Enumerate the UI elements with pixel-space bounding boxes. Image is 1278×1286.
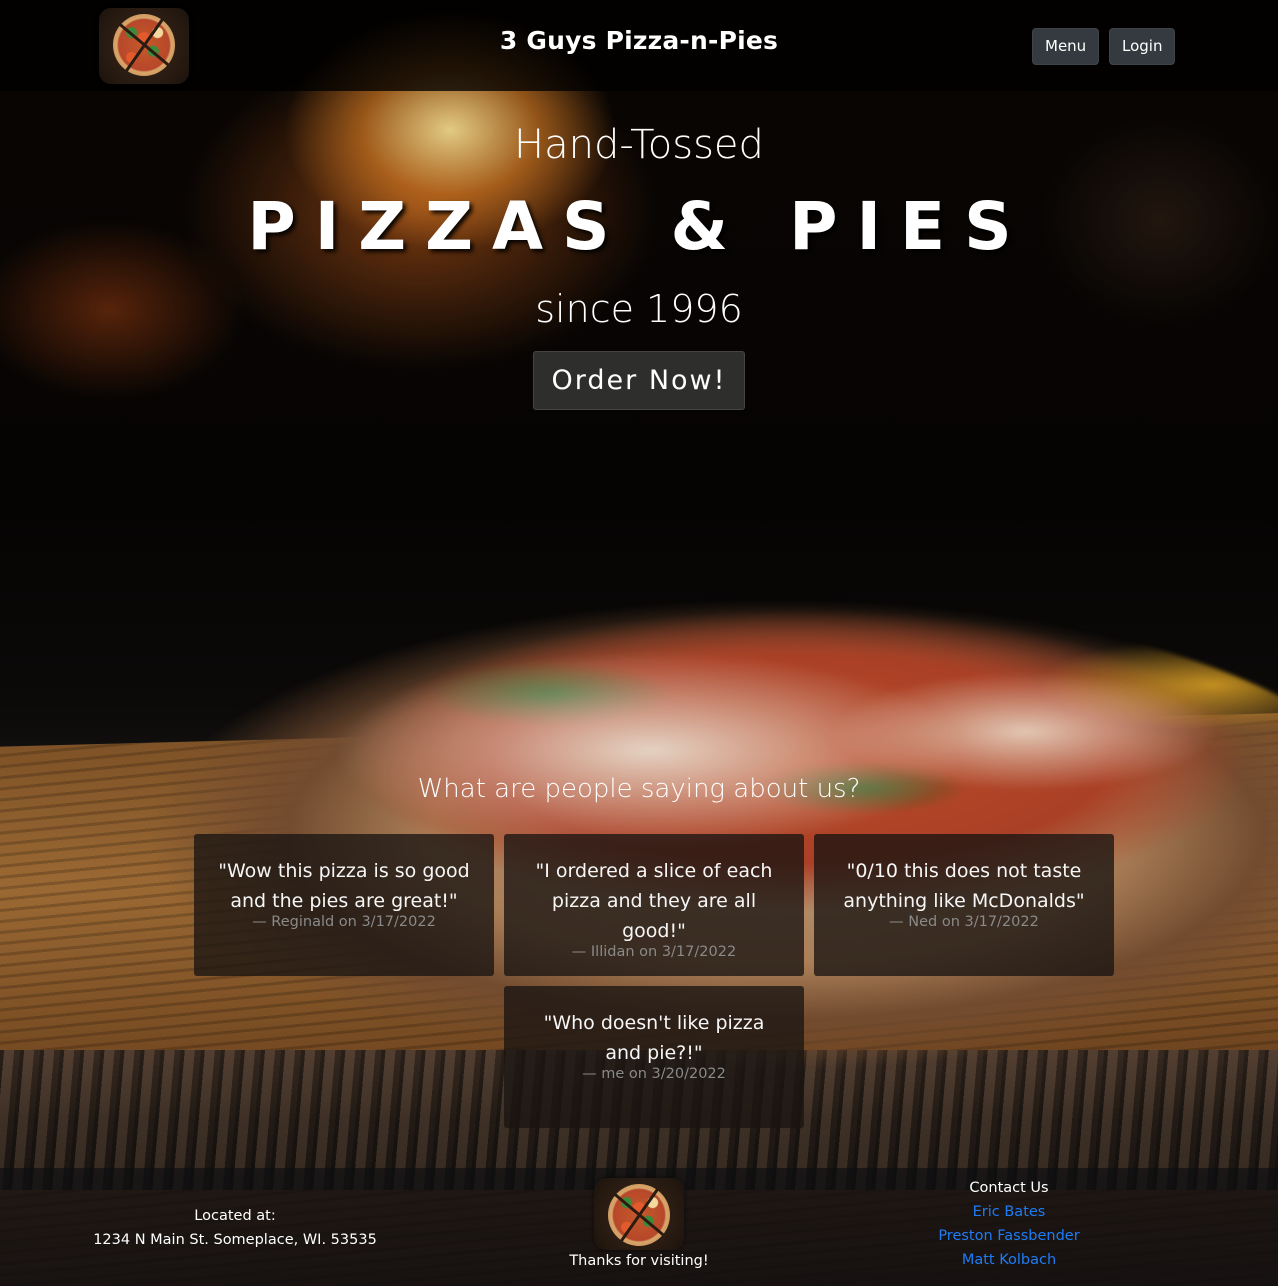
footer: Located at: 1234 N Main St. Someplace, W… [0, 1168, 1278, 1286]
menu-button[interactable]: Menu [1032, 28, 1100, 65]
footer-location: Located at: 1234 N Main St. Someplace, W… [80, 1204, 390, 1252]
hero-title: PIZZAS & PIES [247, 188, 1031, 265]
hero-tagline: Hand-Tossed [514, 122, 764, 168]
navbar: 3 Guys Pizza-n-Pies Menu Login [0, 0, 1278, 91]
review-quote: "Who doesn't like pizza and pie?!" [543, 1012, 765, 1064]
review-author: — Ned on 3/17/2022 [889, 914, 1039, 930]
review-quote: "I ordered a slice of each pizza and the… [535, 860, 773, 942]
review-card: "I ordered a slice of each pizza and the… [504, 834, 804, 976]
order-now-button[interactable]: Order Now! [533, 351, 745, 410]
thanks-text: Thanks for visiting! [569, 1253, 709, 1269]
contact-link-eric-bates[interactable]: Eric Bates [909, 1200, 1109, 1224]
review-quote: "Wow this pizza is so good and the pies … [218, 860, 470, 912]
review-card: "Who doesn't like pizza and pie?!" — me … [504, 986, 804, 1128]
pizza-logo-icon [594, 1178, 684, 1250]
login-button[interactable]: Login [1109, 28, 1176, 65]
review-author: — Illidan on 3/17/2022 [571, 944, 737, 960]
contact-link-matt-kolbach[interactable]: Matt Kolbach [909, 1248, 1109, 1272]
review-quote: "0/10 this does not taste anything like … [843, 860, 1085, 912]
footer-contact: Contact Us Eric Bates Preston Fassbender… [909, 1176, 1109, 1272]
reviews-heading: What are people saying about us? [417, 774, 861, 804]
address: 1234 N Main St. Someplace, WI. 53535 [93, 1232, 377, 1248]
contact-heading: Contact Us [969, 1180, 1049, 1196]
review-author: — Reginald on 3/17/2022 [252, 914, 436, 930]
review-author: — me on 3/20/2022 [582, 1066, 726, 1082]
hero-since: since 1996 [535, 287, 743, 331]
review-card: "0/10 this does not taste anything like … [814, 834, 1114, 976]
review-card: "Wow this pizza is so good and the pies … [194, 834, 494, 976]
contact-link-preston-fassbender[interactable]: Preston Fassbender [909, 1224, 1109, 1248]
location-label: Located at: [194, 1208, 276, 1224]
